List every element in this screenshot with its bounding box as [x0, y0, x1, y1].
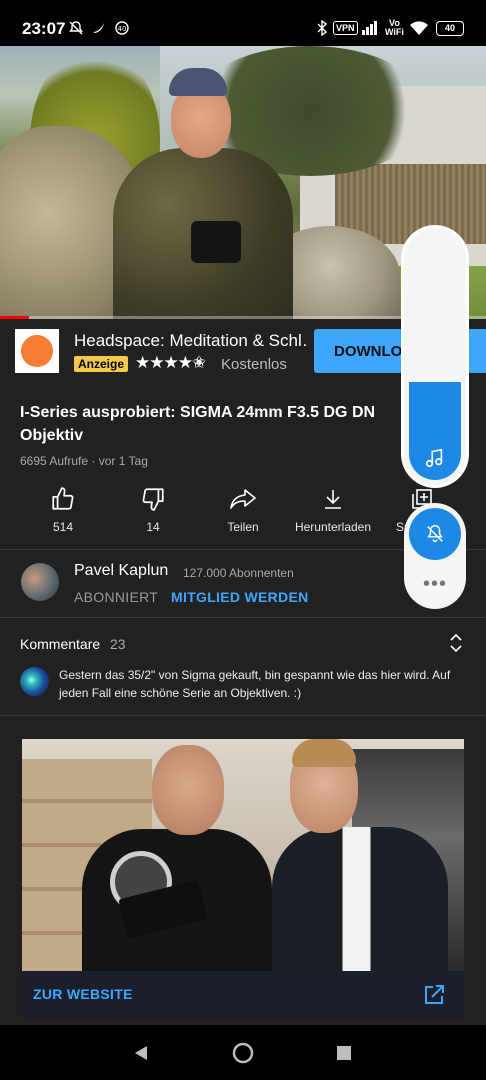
promo-card[interactable]: ZUR WEBSITE: [22, 739, 464, 1019]
video-frame-presenter: [113, 66, 293, 319]
channel-subscriber-count: 127.000 Abonnenten: [183, 566, 294, 580]
promo-link-bar[interactable]: ZUR WEBSITE: [22, 971, 464, 1019]
download-button[interactable]: Herunterladen: [288, 485, 378, 534]
system-nav-bar: [0, 1025, 486, 1080]
volume-mode-panel: •••: [404, 503, 466, 609]
back-button[interactable]: [127, 1039, 155, 1067]
bird-icon: [91, 18, 107, 38]
comments-label: Kommentare: [20, 636, 101, 652]
bluetooth-icon: [316, 18, 328, 38]
vowifi-icon: Vo WiFi: [385, 18, 404, 38]
battery-level: 40: [436, 20, 464, 36]
comment-author-avatar: [20, 667, 49, 696]
more-options-icon[interactable]: •••: [404, 573, 466, 596]
promo-image: [22, 739, 464, 971]
ad-rating-stars: ★★★★✬: [135, 353, 206, 372]
home-button[interactable]: [229, 1039, 257, 1067]
channel-name[interactable]: Pavel Kaplun: [74, 562, 168, 580]
four-g-icon: 40: [114, 18, 130, 38]
dislike-button[interactable]: 14: [108, 485, 198, 534]
share-label: Teilen: [227, 520, 259, 534]
status-bar: 23:07 40 VPN Vo WiFi 40: [0, 0, 486, 46]
music-note-icon: [404, 447, 466, 469]
download-label: Herunterladen: [294, 520, 372, 534]
like-count: 514: [52, 520, 74, 534]
wifi-icon: [409, 18, 429, 38]
video-details-panel: I-Series ausprobiert: SIGMA 24mm F3.5 DG…: [0, 385, 486, 1025]
ad-price: Kostenlos: [221, 356, 287, 373]
recents-square-icon: [337, 1046, 351, 1060]
svg-text:40: 40: [118, 25, 127, 33]
recents-button[interactable]: [330, 1039, 358, 1067]
share-icon: [198, 485, 288, 513]
thumbs-up-icon: [18, 485, 108, 513]
volume-slider[interactable]: [404, 228, 466, 485]
share-button[interactable]: Teilen: [198, 485, 288, 534]
comments-count: 23: [110, 636, 126, 652]
top-comment-text: Gestern das 35/2" von Sigma gekauft, bin…: [59, 668, 451, 700]
ringer-mute-button[interactable]: [409, 508, 461, 560]
home-circle-icon: [232, 1042, 254, 1064]
like-button[interactable]: 514: [18, 485, 108, 534]
thumbs-down-icon: [108, 485, 198, 513]
subscribed-button[interactable]: ABONNIERT: [74, 589, 158, 605]
back-triangle-icon: [135, 1046, 147, 1060]
clock: 23:07: [22, 19, 66, 38]
vpn-label: VPN: [333, 21, 358, 35]
battery-icon: 40: [436, 18, 464, 38]
ad-app-logo: [15, 329, 59, 373]
mute-icon: [68, 18, 84, 38]
divider: [0, 715, 486, 716]
ad-title: Headspace: Meditation & Schl…: [74, 331, 306, 350]
expand-comments-icon[interactable]: [448, 632, 464, 654]
video-title[interactable]: I-Series ausprobiert: SIGMA 24mm F3.5 DG…: [20, 401, 400, 447]
join-membership-button[interactable]: MITGLIED WERDEN: [171, 589, 309, 605]
download-icon: [288, 485, 378, 513]
signal-icon: [361, 18, 379, 38]
comments-section[interactable]: Kommentare 23 Gestern das 35/2" von Sigm…: [0, 618, 486, 716]
bell-off-icon: [427, 525, 443, 543]
channel-avatar[interactable]: [21, 563, 59, 601]
video-meta: 6695 Aufrufe · vor 1 Tag: [20, 454, 148, 468]
open-external-icon[interactable]: [422, 983, 446, 1007]
visit-website-link[interactable]: ZUR WEBSITE: [33, 986, 133, 1002]
dislike-count: 14: [146, 520, 160, 534]
vpn-icon: VPN: [333, 18, 358, 38]
ad-badge: Anzeige: [74, 356, 129, 372]
vowifi-bottom-label: WiFi: [385, 27, 404, 37]
